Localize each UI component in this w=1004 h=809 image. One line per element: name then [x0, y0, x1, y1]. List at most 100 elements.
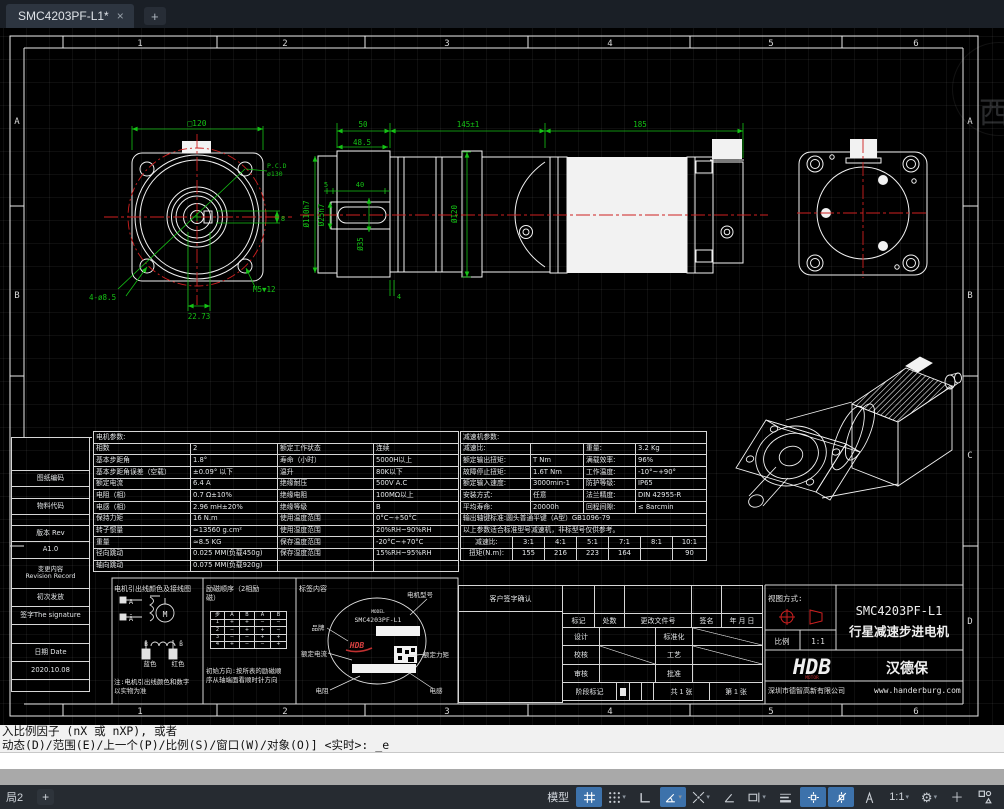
lineweight-button[interactable]	[772, 787, 798, 807]
table-cell: 216	[545, 549, 577, 561]
table-cell: ≈13560 g.cm²	[191, 526, 278, 538]
titleblock-cell	[722, 586, 763, 614]
caret-icon[interactable]: ▾	[622, 793, 626, 801]
drawing-annotation: 电机型号	[407, 590, 434, 599]
object-snap-button[interactable]	[800, 787, 826, 807]
model-space-button[interactable]: 模型	[542, 787, 574, 807]
revision-cell: 变更内容 Revision Record	[12, 559, 90, 589]
table-cell: 3:1	[513, 537, 545, 549]
snap-grid-icon	[608, 791, 621, 804]
ortho-mode-button[interactable]	[632, 787, 658, 807]
table-cell: 90	[673, 549, 707, 561]
caret-icon[interactable]: ▾	[934, 793, 938, 801]
table-cell: 80K以下	[374, 467, 459, 479]
table-cell	[531, 444, 584, 456]
revision-cell	[12, 487, 90, 499]
drawing-annotation: 汉德保	[886, 660, 929, 677]
dynamic-input-button[interactable]: ▾	[744, 787, 770, 807]
drawing-annotation: 励磁顺序（2相励	[206, 584, 259, 593]
isometric-drafting-button[interactable]	[716, 787, 742, 807]
table-cell: 6.4 A	[191, 479, 278, 491]
customization-button[interactable]: ⚙ ▾	[916, 787, 942, 807]
zone-column-label: 2	[282, 39, 287, 49]
table-cell: 96%	[636, 455, 707, 467]
drawing-annotation: 185	[633, 120, 647, 129]
drawing-annotation: 行星减速步进电机	[848, 624, 950, 639]
annotation-visibility-button[interactable]	[856, 787, 882, 807]
table-cell: 2	[191, 444, 278, 456]
drawing-annotation: 电感	[430, 686, 444, 695]
table-cell: +	[225, 620, 240, 627]
isolate-objects-button[interactable]	[972, 787, 998, 807]
table-cell: 5000H以上	[374, 455, 459, 467]
drawing-annotation: 40	[356, 181, 364, 189]
titleblock-cell	[600, 665, 656, 683]
clean-screen-button[interactable]: ＋	[944, 787, 970, 807]
drawing-annotation: 5	[324, 181, 328, 189]
polar-tracking-icon	[664, 791, 677, 804]
table-cell: 20000h	[531, 502, 584, 514]
plus-icon: ＋	[950, 791, 963, 804]
table-cell: 温升	[278, 467, 374, 479]
drawing-annotation: 标签内容	[299, 584, 327, 593]
rear-connector	[850, 139, 877, 158]
angle-icon	[723, 791, 736, 804]
dynamic-input-icon	[748, 791, 761, 804]
polar-tracking-button[interactable]: ▾	[660, 787, 686, 807]
snap-mode-button[interactable]: ▾	[604, 787, 630, 807]
object-snap-3d-button[interactable]	[828, 787, 854, 807]
table-cell: 使用温度范围	[278, 514, 374, 526]
cad-window: SMC4203PF-L1* × +	[0, 0, 1004, 809]
command-input[interactable]	[0, 752, 1004, 769]
drawing-annotation: SMC4203PF-L1	[355, 616, 402, 624]
drawing-annotation: A	[129, 598, 134, 606]
caret-icon[interactable]: ▾	[706, 793, 710, 801]
zone-row-label: A	[14, 117, 20, 127]
drawing-annotation: M5▼12	[253, 285, 276, 294]
caret-icon[interactable]: ▾	[678, 793, 682, 801]
front-view	[104, 126, 292, 311]
caret-icon[interactable]: ▾	[762, 793, 766, 801]
caret-icon[interactable]: ▾	[905, 793, 909, 801]
grid-display-button[interactable]	[576, 787, 602, 807]
drawing-annotation: 1:1	[811, 637, 825, 646]
layout-tab[interactable]: 局2	[0, 785, 29, 809]
table-cell: +	[271, 642, 287, 649]
revision-cell	[12, 625, 90, 644]
table-cell: 基本步距角	[94, 455, 191, 467]
excitation-sequence-table: 步ABĀB̄1++−−2−++−3−−++4+−−+	[210, 611, 287, 649]
table-cell: 0.025 MM(负载450g)	[191, 549, 278, 561]
zone-column-label: 3	[444, 707, 449, 717]
drawing-canvas[interactable]: 112233445566ABABCD□120P.C.Dø1304-ø8.5M5▼…	[0, 28, 1004, 725]
table-cell: 法兰精度:	[584, 490, 636, 502]
titleblock-cell: 标记	[563, 614, 595, 628]
table-cell: 3.2 Kg	[636, 444, 707, 456]
drawing-annotation: B	[144, 641, 148, 648]
object-snap-tracking-button[interactable]: ▾	[688, 787, 714, 807]
drawing-annotation: MODEL	[371, 609, 385, 615]
table-cell	[641, 549, 673, 561]
table-cell: −	[271, 627, 287, 634]
titleblock-cell: 年 月 日	[722, 614, 763, 628]
table-cell: 防护等级:	[584, 479, 636, 491]
table-cell: 寿命（小时）	[278, 455, 374, 467]
table-cell: 电机参数:	[94, 432, 459, 444]
table-cell: A	[225, 612, 240, 620]
table-cell: 0.7 Ω±10%	[191, 490, 278, 502]
drawing-annotation: Ø25h7	[317, 204, 326, 227]
object-snap-icon	[807, 791, 820, 804]
table-cell: ±0.09° 以下	[191, 467, 278, 479]
new-layout-button[interactable]: +	[37, 789, 54, 805]
document-tab[interactable]: SMC4203PF-L1* ×	[6, 4, 134, 28]
table-cell: 15%RH~95%RH	[374, 549, 459, 561]
tab-close-icon[interactable]: ×	[117, 9, 124, 23]
new-tab-button[interactable]: +	[144, 7, 166, 25]
table-cell: 2.96 mH±20%	[191, 502, 278, 514]
table-cell: +	[255, 627, 271, 634]
table-cell	[374, 561, 459, 573]
drawing-annotation: 额定电流	[301, 649, 328, 658]
snap-tracking-icon	[692, 791, 705, 804]
table-cell: 连续	[374, 444, 459, 456]
annotation-scale-button[interactable]: 1:1 ▾	[884, 787, 914, 807]
titleblock-cell: 审核	[563, 665, 600, 683]
